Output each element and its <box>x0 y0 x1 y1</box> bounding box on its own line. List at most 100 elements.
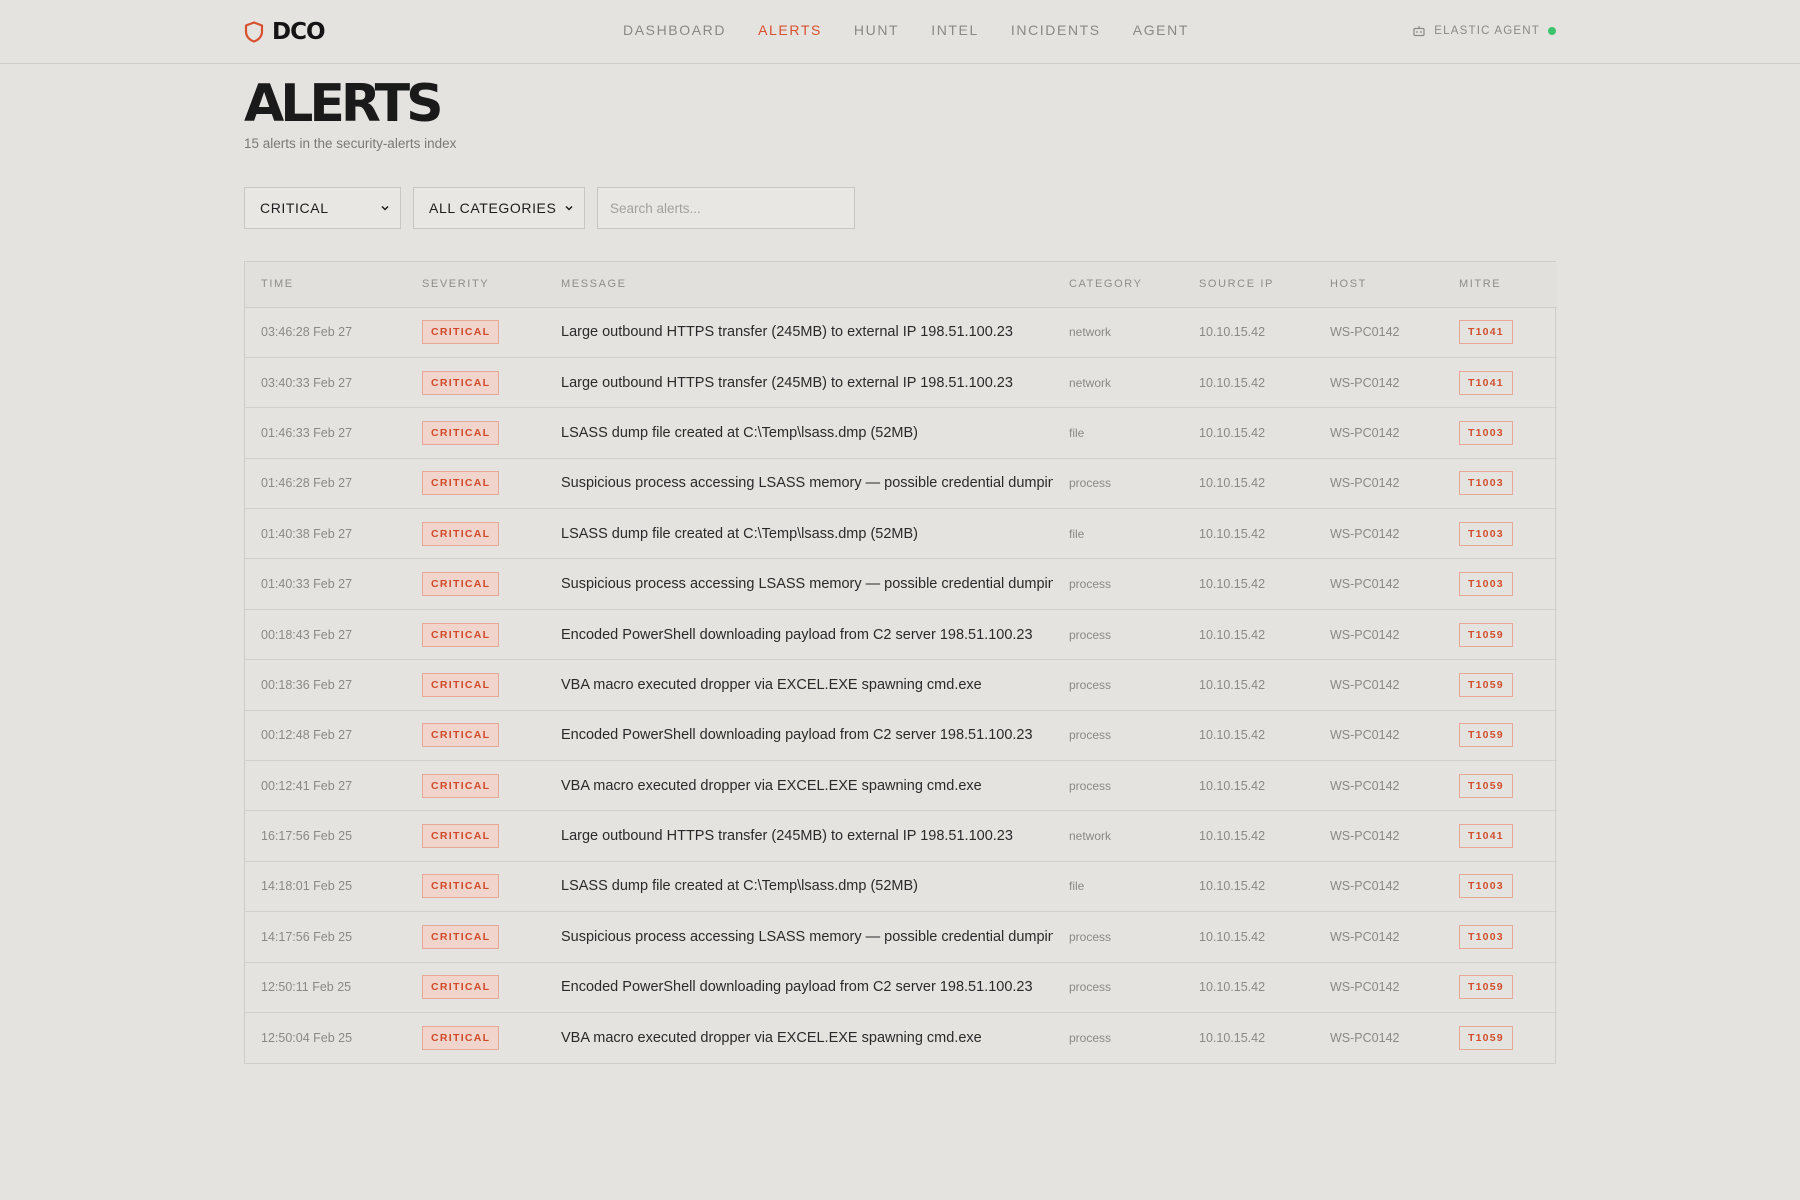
severity-cell: CRITICAL <box>406 962 545 1012</box>
col-header-source-ip[interactable]: SOURCE IP <box>1183 262 1314 308</box>
table-row[interactable]: 00:12:48 Feb 27 CRITICAL Encoded PowerShel… <box>245 710 1557 761</box>
chevron-down-icon <box>380 200 390 216</box>
col-header-mitre[interactable]: MITRE <box>1443 262 1557 308</box>
severity-badge: CRITICAL <box>422 521 500 546</box>
table-row[interactable]: 00:18:43 Feb 27 CRITICAL Encoded PowerShel… <box>245 609 1557 660</box>
mitre-badge[interactable]: T1003 <box>1459 572 1513 597</box>
mitre-badge[interactable]: T1003 <box>1459 420 1513 445</box>
search-input[interactable] <box>597 187 855 229</box>
nav-incidents[interactable]: INCIDENTS <box>1011 22 1101 38</box>
mitre-badge[interactable]: T1003 <box>1459 521 1513 546</box>
table-row[interactable]: 16:17:56 Feb 25 CRITICAL Large outbound HT… <box>245 811 1557 862</box>
cell-message: Large outbound HTTPS transfer (245MB) to… <box>561 324 1013 341</box>
severity-cell: CRITICAL <box>406 458 545 508</box>
cell-category: process <box>1069 778 1112 793</box>
cell-message: VBA macro executed dropper via EXCEL.EXE… <box>561 676 982 693</box>
mitre-badge[interactable]: T1003 <box>1459 471 1513 496</box>
cell-host: WS-PC0142 <box>1330 627 1400 642</box>
severity-badge: CRITICAL <box>422 723 500 748</box>
mitre-cell: T1059 <box>1443 710 1557 760</box>
table-row[interactable]: 00:12:41 Feb 27 CRITICAL VBA macro execute… <box>245 761 1557 811</box>
col-header-time[interactable]: TIME <box>245 262 406 308</box>
cell-time: 01:40:38 Feb 27 <box>261 526 353 541</box>
mitre-cell: T1059 <box>1443 660 1557 710</box>
table-row[interactable]: 14:18:01 Feb 25 CRITICAL LSASS dump file c… <box>245 861 1557 912</box>
cell-category: process <box>1069 929 1112 944</box>
table-row[interactable]: 03:46:28 Feb 27 CRITICAL Large outbound HT… <box>245 307 1557 358</box>
severity-badge: CRITICAL <box>422 924 500 949</box>
col-header-message[interactable]: MESSAGE <box>545 262 1053 308</box>
mitre-cell: T1059 <box>1443 962 1557 1012</box>
mitre-badge[interactable]: T1059 <box>1459 975 1513 1000</box>
table-row[interactable]: 01:46:33 Feb 27 CRITICAL LSASS dump file c… <box>245 408 1557 459</box>
table-row[interactable]: 03:40:33 Feb 27 CRITICAL Large outbound HT… <box>245 357 1557 408</box>
severity-badge: CRITICAL <box>422 622 500 647</box>
agent-status[interactable]: ELASTIC AGENT <box>1412 24 1556 38</box>
mitre-badge[interactable]: T1059 <box>1459 773 1513 798</box>
table-row[interactable]: 12:50:04 Feb 25 CRITICAL VBA macro execute… <box>245 1012 1557 1062</box>
cell-host: WS-PC0142 <box>1330 929 1400 944</box>
page-subtitle: 15 alerts in the security-alerts index <box>244 136 457 151</box>
cell-message: Suspicious process accessing LSASS memor… <box>561 576 1053 593</box>
table-row[interactable]: 01:46:28 Feb 27 CRITICAL Suspicious proces… <box>245 458 1557 509</box>
severity-cell: CRITICAL <box>406 559 545 609</box>
nav-intel[interactable]: INTEL <box>931 22 979 38</box>
table-row[interactable]: 00:18:36 Feb 27 CRITICAL VBA macro execute… <box>245 660 1557 711</box>
severity-badge: CRITICAL <box>422 420 500 445</box>
mitre-badge[interactable]: T1059 <box>1459 672 1513 697</box>
cell-message: LSASS dump file created at C:\Temp\lsass… <box>561 525 919 542</box>
cell-time: 00:18:36 Feb 27 <box>261 677 353 692</box>
nav-hunt[interactable]: HUNT <box>854 22 899 38</box>
cell-message: Large outbound HTTPS transfer (245MB) to… <box>561 374 1013 391</box>
cell-source-ip: 10.10.15.42 <box>1199 677 1266 692</box>
severity-badge: CRITICAL <box>422 672 500 697</box>
mitre-badge[interactable]: T1041 <box>1459 320 1513 345</box>
mitre-badge[interactable]: T1041 <box>1459 370 1513 395</box>
severity-badge: CRITICAL <box>422 874 500 899</box>
cell-source-ip: 10.10.15.42 <box>1199 425 1266 440</box>
mitre-badge[interactable]: T1003 <box>1459 924 1513 949</box>
severity-badge: CRITICAL <box>422 773 500 798</box>
mitre-badge[interactable]: T1059 <box>1459 723 1513 748</box>
page-title: ALERTS <box>244 74 444 134</box>
table-row[interactable]: 01:40:38 Feb 27 CRITICAL LSASS dump file c… <box>245 509 1557 559</box>
col-header-category[interactable]: CATEGORY <box>1053 262 1183 308</box>
nav-alerts[interactable]: ALERTS <box>758 22 822 38</box>
severity-select[interactable]: CRITICAL <box>244 187 401 229</box>
table-row[interactable]: 14:17:56 Feb 25 CRITICAL Suspicious proces… <box>245 912 1557 963</box>
mitre-badge[interactable]: T1003 <box>1459 874 1513 899</box>
nav-agent[interactable]: AGENT <box>1133 22 1189 38</box>
mitre-badge[interactable]: T1059 <box>1459 1025 1513 1050</box>
mitre-cell: T1041 <box>1443 307 1557 357</box>
cell-message: Suspicious process accessing LSASS memor… <box>561 928 1053 945</box>
mitre-cell: T1003 <box>1443 912 1557 962</box>
severity-cell: CRITICAL <box>406 861 545 911</box>
cell-message: LSASS dump file created at C:\Temp\lsass… <box>561 424 919 441</box>
category-select-value: ALL CATEGORIES <box>429 200 557 216</box>
col-header-severity[interactable]: SEVERITY <box>406 262 545 308</box>
mitre-cell: T1041 <box>1443 811 1557 861</box>
mitre-badge[interactable]: T1059 <box>1459 622 1513 647</box>
cell-host: WS-PC0142 <box>1330 375 1400 390</box>
cell-host: WS-PC0142 <box>1330 1030 1400 1045</box>
mitre-badge[interactable]: T1041 <box>1459 824 1513 849</box>
mitre-cell: T1003 <box>1443 861 1557 911</box>
cell-host: WS-PC0142 <box>1330 526 1400 541</box>
category-select[interactable]: ALL CATEGORIES <box>413 187 585 229</box>
severity-cell: CRITICAL <box>406 912 545 962</box>
cell-host: WS-PC0142 <box>1330 425 1400 440</box>
severity-badge: CRITICAL <box>422 824 500 849</box>
table-row[interactable]: 12:50:11 Feb 25 CRITICAL Encoded PowerShel… <box>245 962 1557 1013</box>
cell-host: WS-PC0142 <box>1330 577 1400 592</box>
cell-message: Encoded PowerShell downloading payload f… <box>561 727 1033 744</box>
severity-select-value: CRITICAL <box>260 200 329 216</box>
severity-cell: CRITICAL <box>406 307 545 357</box>
col-header-host[interactable]: HOST <box>1314 262 1443 308</box>
top-nav: DCO DASHBOARD ALERTS HUNT INTEL INCIDENT… <box>0 0 1800 64</box>
cell-time: 12:50:04 Feb 25 <box>261 1030 353 1045</box>
cell-source-ip: 10.10.15.42 <box>1199 526 1266 541</box>
cell-message: LSASS dump file created at C:\Temp\lsass… <box>561 878 919 895</box>
table-row[interactable]: 01:40:33 Feb 27 CRITICAL Suspicious proces… <box>245 559 1557 610</box>
nav-dashboard[interactable]: DASHBOARD <box>623 22 726 38</box>
severity-cell: CRITICAL <box>406 811 545 861</box>
